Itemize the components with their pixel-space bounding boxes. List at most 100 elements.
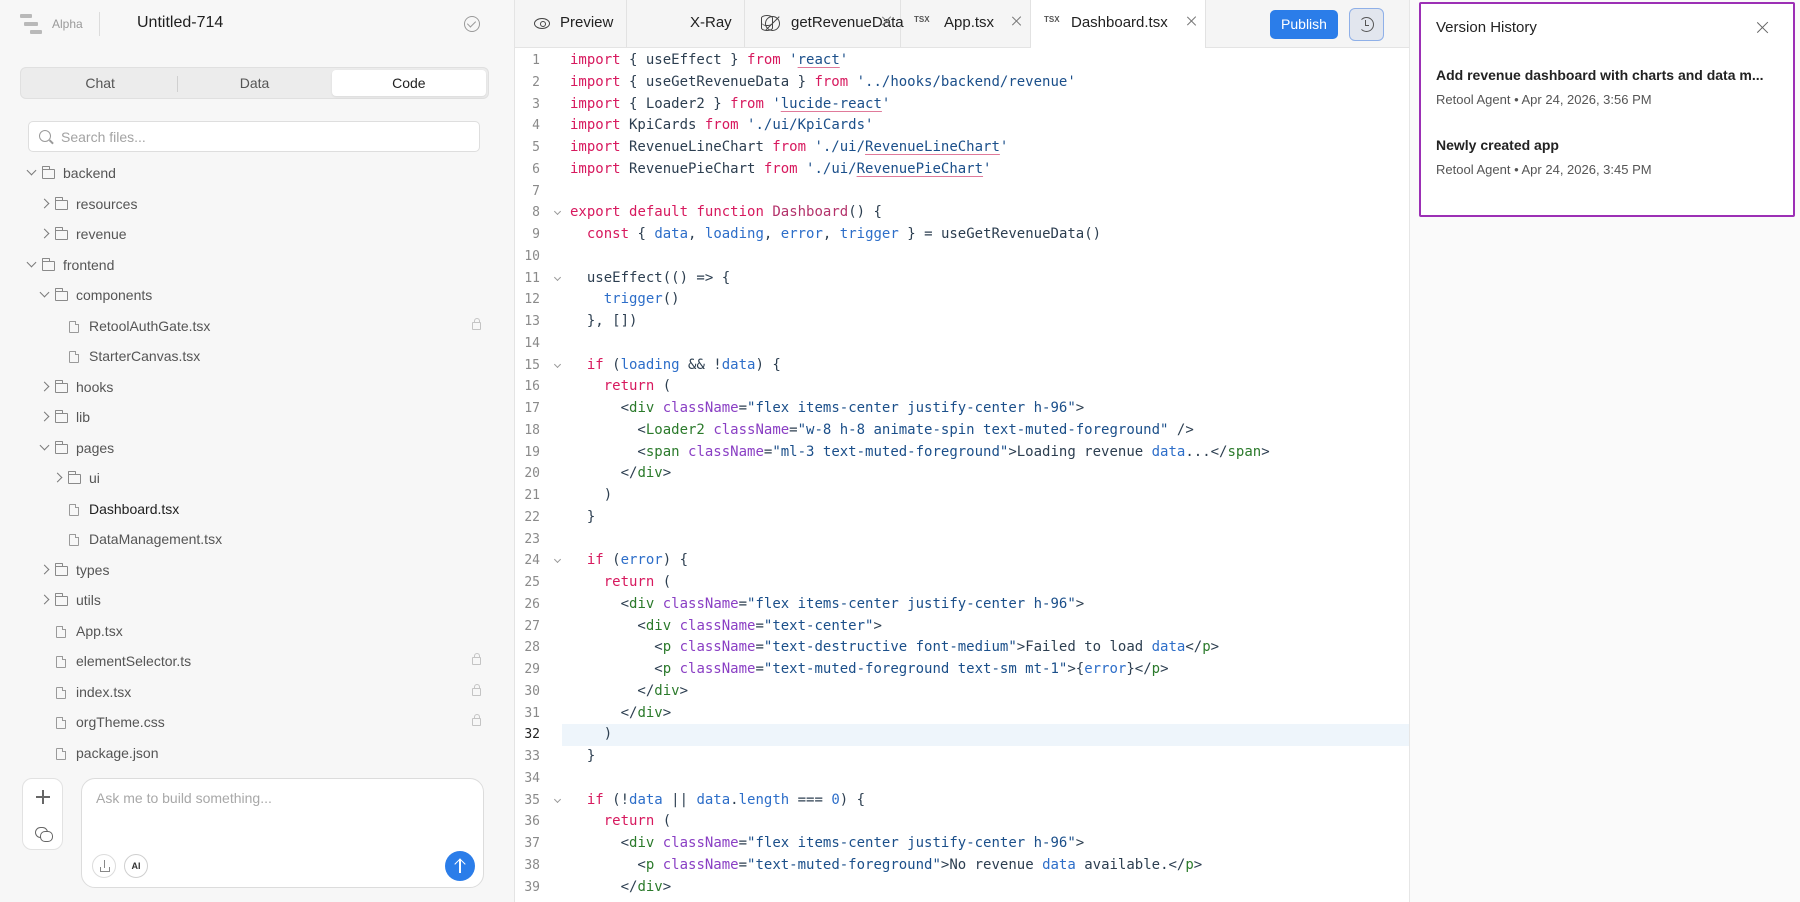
- tree-folder[interactable]: revenue: [0, 219, 515, 250]
- fold-chevron-icon[interactable]: [553, 208, 562, 216]
- code-line[interactable]: 7: [515, 181, 1409, 203]
- fold-chevron-icon[interactable]: [553, 556, 562, 564]
- chevron-down-icon[interactable]: [26, 257, 37, 267]
- code-line[interactable]: 30 </div>: [515, 681, 1409, 703]
- tree-folder[interactable]: hooks: [0, 372, 515, 403]
- tree-folder[interactable]: lib: [0, 402, 515, 433]
- tree-file[interactable]: RetoolAuthGate.tsx: [0, 311, 515, 342]
- chevron-right-icon[interactable]: [39, 594, 50, 605]
- new-chat-plus-icon[interactable]: [36, 790, 50, 804]
- tab-data[interactable]: Data: [177, 70, 331, 96]
- code-line[interactable]: 15 if (loading && !data) {: [515, 355, 1409, 377]
- code-line[interactable]: 36 return (: [515, 811, 1409, 833]
- close-tab-icon[interactable]: [1011, 15, 1023, 27]
- code-view[interactable]: 1 import { useEffect } from 'react' 2 impor…: [515, 50, 1409, 902]
- code-line[interactable]: 4 import KpiCards from './ui/KpiCards': [515, 115, 1409, 137]
- prompt-input[interactable]: [96, 790, 466, 830]
- tab-dashboard-tsx[interactable]: TSX Dashboard.tsx: [1031, 0, 1206, 48]
- version-item[interactable]: Newly created app Retool Agent • Apr 24,…: [1436, 137, 1781, 177]
- chat-history-icon[interactable]: [35, 827, 53, 842]
- close-tab-icon[interactable]: [881, 15, 893, 27]
- code-line[interactable]: 26 <div className="flex items-center jus…: [515, 594, 1409, 616]
- tree-file[interactable]: orgTheme.css: [0, 707, 515, 738]
- fold-chevron-icon[interactable]: [553, 795, 562, 803]
- tree-folder[interactable]: components: [0, 280, 515, 311]
- code-line[interactable]: 5 import RevenueLineChart from './ui/Reve…: [515, 137, 1409, 159]
- code-line[interactable]: 8 export default function Dashboard() {: [515, 202, 1409, 224]
- app-title[interactable]: Untitled-714: [137, 14, 223, 32]
- tab-preview[interactable]: Preview: [515, 0, 627, 47]
- code-line[interactable]: 32 ): [524, 724, 1409, 747]
- tree-folder[interactable]: ui: [0, 463, 515, 494]
- publish-button[interactable]: Publish: [1270, 10, 1338, 39]
- tree-folder[interactable]: utils: [0, 585, 515, 616]
- tree-file[interactable]: App.tsx: [0, 616, 515, 647]
- code-line[interactable]: 12 trigger(): [515, 289, 1409, 311]
- code-line[interactable]: 16 return (: [515, 376, 1409, 398]
- tree-folder[interactable]: pages: [0, 433, 515, 464]
- close-tab-icon[interactable]: [1186, 15, 1198, 27]
- model-selector-icon[interactable]: AI: [124, 854, 148, 878]
- retool-logo-icon[interactable]: [20, 14, 42, 34]
- code-line[interactable]: 3 import { Loader2 } from 'lucide-react': [515, 94, 1409, 116]
- chevron-right-icon[interactable]: [39, 228, 50, 239]
- chevron-right-icon[interactable]: [39, 198, 50, 208]
- code-line[interactable]: 20 </div>: [515, 463, 1409, 485]
- code-line[interactable]: 25 return (: [515, 572, 1409, 594]
- code-line[interactable]: 28 <p className="text-destructive font-m…: [515, 637, 1409, 659]
- code-line[interactable]: 21 ): [515, 485, 1409, 507]
- code-line[interactable]: 2 import { useGetRevenueData } from '../h…: [515, 72, 1409, 94]
- code-line[interactable]: 18 <Loader2 className="w-8 h-8 animate-s…: [515, 420, 1409, 442]
- fold-chevron-icon[interactable]: [553, 273, 562, 281]
- code-line[interactable]: 24 if (error) {: [515, 550, 1409, 572]
- tree-folder[interactable]: backend: [0, 158, 515, 189]
- tree-folder[interactable]: frontend: [0, 250, 515, 281]
- code-line[interactable]: 39 </div>: [515, 877, 1409, 899]
- chevron-right-icon[interactable]: [39, 381, 50, 391]
- code-line[interactable]: 35 if (!data || data.length === 0) {: [515, 790, 1409, 812]
- version-item[interactable]: Add revenue dashboard with charts and da…: [1436, 67, 1781, 107]
- tree-file[interactable]: Dashboard.tsx: [0, 494, 515, 525]
- tree-file[interactable]: package.json: [0, 738, 515, 769]
- chevron-right-icon[interactable]: [39, 564, 50, 574]
- tab-x-ray[interactable]: X-Ray: [627, 0, 780, 47]
- tree-file[interactable]: index.tsx: [0, 677, 515, 708]
- tree-file[interactable]: elementSelector.ts: [0, 646, 515, 677]
- tree-file[interactable]: StarterCanvas.tsx: [0, 341, 515, 372]
- code-line[interactable]: 10: [515, 246, 1409, 268]
- tab-get-revenue-data[interactable]: getRevenueData: [745, 0, 904, 47]
- fold-chevron-icon[interactable]: [553, 360, 562, 368]
- code-line[interactable]: 17 <div className="flex items-center jus…: [515, 398, 1409, 420]
- code-line[interactable]: 1 import { useEffect } from 'react': [515, 50, 1409, 72]
- code-line[interactable]: 14: [515, 333, 1409, 355]
- tree-folder[interactable]: resources: [0, 189, 515, 220]
- tab-code[interactable]: Code: [331, 70, 486, 96]
- tree-file[interactable]: DataManagement.tsx: [0, 524, 515, 555]
- chevron-right-icon[interactable]: [52, 472, 63, 483]
- code-line[interactable]: 31 </div>: [515, 703, 1409, 725]
- code-line[interactable]: 9 const { data, loading, error, trigger …: [515, 224, 1409, 246]
- chevron-down-icon[interactable]: [26, 165, 37, 176]
- chevron-down-icon[interactable]: [39, 287, 50, 298]
- code-line[interactable]: 11 useEffect(() => {: [515, 268, 1409, 290]
- code-line[interactable]: 13 }, []): [515, 311, 1409, 333]
- code-line[interactable]: 38 <p className="text-muted-foreground">…: [515, 855, 1409, 877]
- code-line[interactable]: 29 <p className="text-muted-foreground t…: [515, 659, 1409, 681]
- code-line[interactable]: 23: [515, 529, 1409, 551]
- tab-app-tsx[interactable]: TSX App.tsx: [901, 0, 1031, 47]
- close-icon[interactable]: [1756, 20, 1770, 34]
- code-line[interactable]: 27 <div className="text-center">: [515, 616, 1409, 638]
- tree-folder[interactable]: types: [0, 555, 515, 586]
- code-line[interactable]: 37 <div className="flex items-center jus…: [515, 833, 1409, 855]
- search-input[interactable]: [61, 127, 461, 147]
- upload-icon[interactable]: [92, 854, 116, 878]
- version-history-icon[interactable]: [1349, 8, 1384, 41]
- code-line[interactable]: 33 }: [515, 746, 1409, 768]
- code-line[interactable]: 34: [515, 768, 1409, 790]
- chevron-right-icon[interactable]: [39, 411, 50, 422]
- send-button[interactable]: [445, 851, 475, 881]
- chevron-down-icon[interactable]: [39, 440, 50, 450]
- tab-chat[interactable]: Chat: [23, 70, 177, 96]
- code-line[interactable]: 19 <span className="ml-3 text-muted-fore…: [515, 442, 1409, 464]
- code-line[interactable]: 22 }: [515, 507, 1409, 529]
